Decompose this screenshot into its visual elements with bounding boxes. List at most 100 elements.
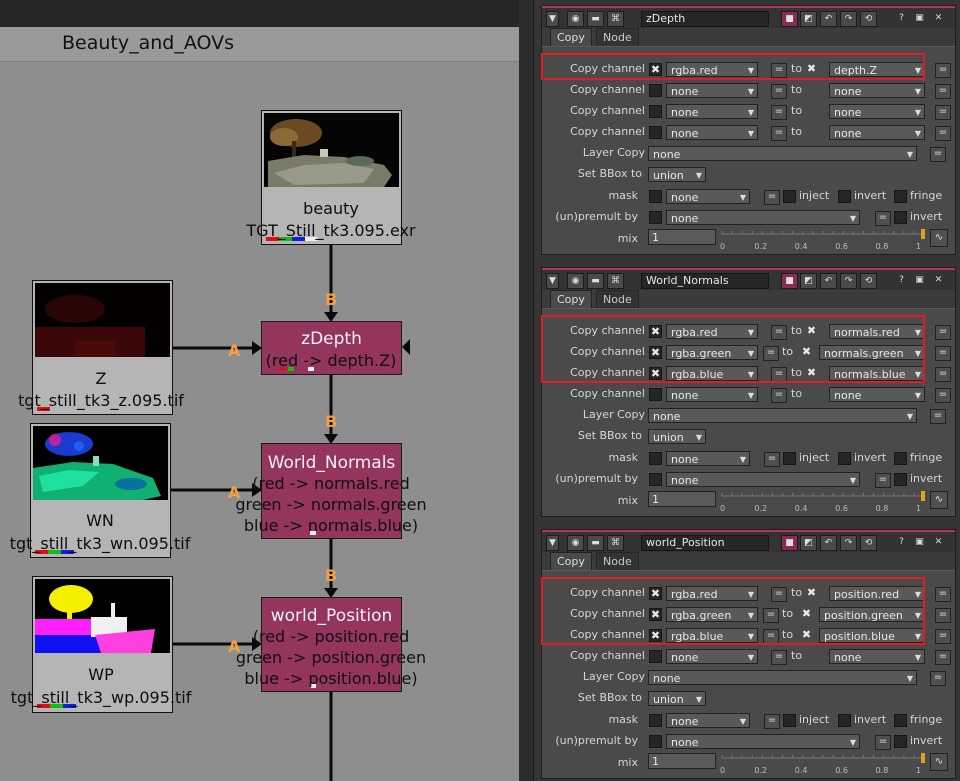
target-channel-dropdown[interactable]: none ▼ xyxy=(829,125,925,140)
viewer-icon[interactable]: ◉ xyxy=(567,535,584,551)
link-button[interactable]: = xyxy=(771,126,787,141)
mix-input[interactable]: 1 xyxy=(648,753,716,769)
animation-curve-icon[interactable]: ∿ xyxy=(930,491,948,509)
target-channel-dropdown[interactable]: depth.Z ▼ xyxy=(829,62,925,77)
copy-channel-checkbox[interactable] xyxy=(649,105,662,118)
fringe-checkbox[interactable] xyxy=(894,190,907,203)
target-channel-checkbox[interactable] xyxy=(806,650,817,661)
link-button[interactable]: = xyxy=(764,190,780,205)
target-channel-checkbox[interactable]: ✖ xyxy=(801,629,812,640)
link-button[interactable]: = xyxy=(875,473,891,488)
link-button[interactable]: = xyxy=(935,346,951,361)
link-button[interactable]: = xyxy=(935,84,951,99)
copy-channel-checkbox[interactable]: ✖ xyxy=(649,367,662,380)
invert-unpremult-checkbox[interactable] xyxy=(894,473,907,486)
centre-node-icon[interactable]: ▬ xyxy=(587,535,604,551)
unpremult-checkbox[interactable] xyxy=(649,735,662,748)
mask-checkbox[interactable] xyxy=(649,714,662,727)
undo-icon[interactable]: ↶ xyxy=(820,11,837,27)
link-button[interactable]: = xyxy=(771,105,787,120)
source-channel-dropdown[interactable]: rgba.green ▼ xyxy=(666,607,758,622)
source-channel-dropdown[interactable]: rgba.blue ▼ xyxy=(666,366,758,381)
float-icon[interactable]: ▣ xyxy=(912,11,927,25)
link-button[interactable]: = xyxy=(935,105,951,120)
invert-mask-checkbox[interactable] xyxy=(838,452,851,465)
source-channel-dropdown[interactable]: none ▼ xyxy=(666,387,758,402)
redo-icon[interactable]: ↷ xyxy=(840,11,857,27)
link-button[interactable]: = xyxy=(763,346,779,361)
help-icon[interactable]: ? xyxy=(894,273,909,287)
copy-channel-checkbox[interactable]: ✖ xyxy=(649,346,662,359)
target-channel-dropdown[interactable]: normals.red ▼ xyxy=(829,324,925,339)
link-button[interactable]: = xyxy=(935,587,951,602)
source-channel-dropdown[interactable]: rgba.red ▼ xyxy=(666,324,758,339)
link-button[interactable]: = xyxy=(935,63,951,78)
revert-icon[interactable]: ⟲ xyxy=(860,273,877,289)
redo-icon[interactable]: ↷ xyxy=(840,273,857,289)
copy-channel-checkbox[interactable]: ✖ xyxy=(649,629,662,642)
link-button[interactable]: = xyxy=(771,367,787,382)
link-button[interactable]: = xyxy=(771,650,787,665)
link-button[interactable]: = xyxy=(935,650,951,665)
animation-curve-icon[interactable]: ∿ xyxy=(930,229,948,247)
mask-channel-dropdown[interactable]: none ▼ xyxy=(666,713,750,728)
target-channel-checkbox[interactable] xyxy=(806,84,817,95)
unpremult-dropdown[interactable]: none ▼ xyxy=(666,472,860,487)
viewer-icon[interactable]: ◉ xyxy=(567,273,584,289)
link-button[interactable]: = xyxy=(935,367,951,382)
floating-panel-icon[interactable]: ⌘ xyxy=(607,273,624,289)
link-button[interactable]: = xyxy=(930,671,946,686)
target-channel-checkbox[interactable] xyxy=(806,126,817,137)
bbox-dropdown[interactable]: union ▼ xyxy=(648,167,706,182)
target-channel-dropdown[interactable]: none ▼ xyxy=(829,104,925,119)
mix-input[interactable]: 1 xyxy=(648,491,716,507)
float-icon[interactable]: ▣ xyxy=(912,535,927,549)
copy-channel-checkbox[interactable]: ✖ xyxy=(649,587,662,600)
node-name-field[interactable]: world_Position xyxy=(641,535,769,551)
layer-copy-dropdown[interactable]: none ▼ xyxy=(648,408,917,423)
link-button[interactable]: = xyxy=(935,629,951,644)
target-channel-checkbox[interactable] xyxy=(806,388,817,399)
link-button[interactable]: = xyxy=(935,325,951,340)
close-icon[interactable]: ✕ xyxy=(931,11,946,25)
floating-panel-icon[interactable]: ⌘ xyxy=(607,11,624,27)
revert-icon[interactable]: ⟲ xyxy=(860,11,877,27)
source-channel-dropdown[interactable]: none ▼ xyxy=(666,83,758,98)
link-button[interactable]: = xyxy=(935,126,951,141)
bbox-dropdown[interactable]: union ▼ xyxy=(648,691,706,706)
node-color-icon[interactable]: ■ xyxy=(781,11,798,27)
source-channel-dropdown[interactable]: rgba.red ▼ xyxy=(666,586,758,601)
copy-channel-checkbox[interactable] xyxy=(649,388,662,401)
viewer-icon[interactable]: ◉ xyxy=(567,11,584,27)
mask-channel-dropdown[interactable]: none ▼ xyxy=(666,451,750,466)
floating-panel-icon[interactable]: ⌘ xyxy=(607,535,624,551)
copy-channel-checkbox[interactable] xyxy=(649,84,662,97)
unpremult-dropdown[interactable]: none ▼ xyxy=(666,734,860,749)
source-channel-dropdown[interactable]: none ▼ xyxy=(666,125,758,140)
link-button[interactable]: = xyxy=(935,608,951,623)
link-button[interactable]: = xyxy=(875,211,891,226)
invert-mask-checkbox[interactable] xyxy=(838,190,851,203)
undo-icon[interactable]: ↶ xyxy=(820,273,837,289)
copy-channel-checkbox[interactable]: ✖ xyxy=(649,608,662,621)
target-channel-dropdown[interactable]: none ▼ xyxy=(829,83,925,98)
link-button[interactable]: = xyxy=(771,325,787,340)
tab-node[interactable]: Node xyxy=(596,552,639,571)
target-channel-dropdown[interactable]: position.blue ▼ xyxy=(819,628,925,643)
target-channel-dropdown[interactable]: position.red ▼ xyxy=(829,586,925,601)
mask-checkbox[interactable] xyxy=(649,452,662,465)
tab-copy[interactable]: Copy xyxy=(550,290,592,309)
layer-copy-dropdown[interactable]: none ▼ xyxy=(648,146,917,161)
float-icon[interactable]: ▣ xyxy=(912,273,927,287)
link-button[interactable]: = xyxy=(771,587,787,602)
target-channel-checkbox[interactable]: ✖ xyxy=(801,608,812,619)
target-channel-dropdown[interactable]: position.green ▼ xyxy=(819,607,925,622)
unpremult-checkbox[interactable] xyxy=(649,473,662,486)
link-button[interactable]: = xyxy=(771,63,787,78)
node-color-icon[interactable]: ■ xyxy=(781,273,798,289)
link-button[interactable]: = xyxy=(875,735,891,750)
target-channel-dropdown[interactable]: normals.blue ▼ xyxy=(829,366,925,381)
source-channel-dropdown[interactable]: rgba.green ▼ xyxy=(666,345,758,360)
invert-unpremult-checkbox[interactable] xyxy=(894,211,907,224)
target-channel-checkbox[interactable] xyxy=(806,105,817,116)
